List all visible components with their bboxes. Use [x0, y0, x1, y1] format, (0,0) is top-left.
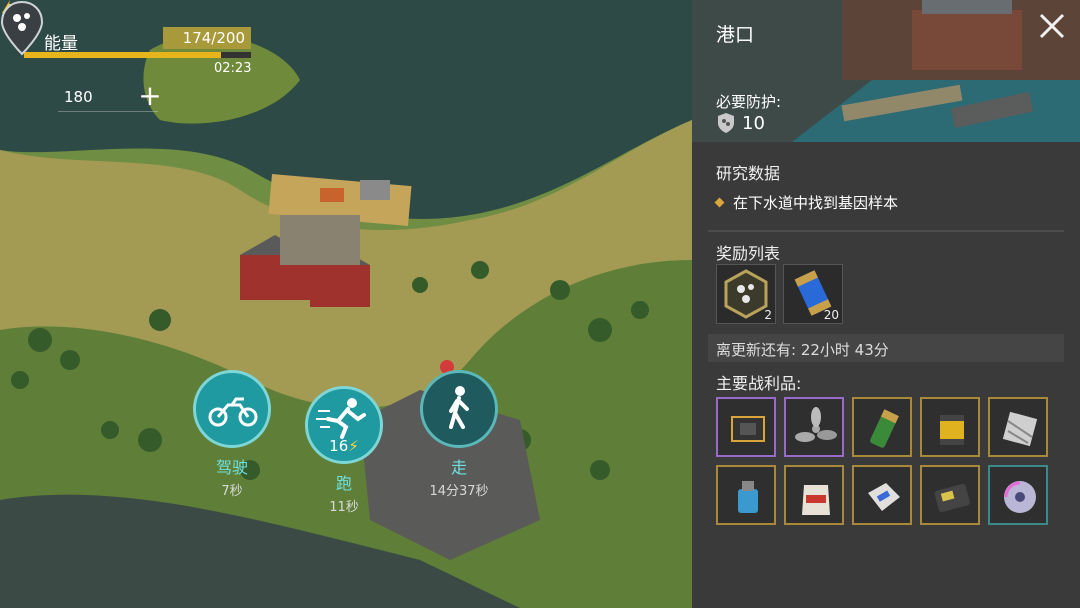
bullet-diamond-icon — [714, 197, 725, 208]
research-task: 在下水道中找到基因样本 — [714, 192, 899, 213]
add-crates-button[interactable]: + — [136, 82, 164, 110]
walking-man-icon — [449, 386, 469, 429]
water-pump-icon — [738, 481, 758, 513]
oil-filter-icon — [940, 415, 964, 445]
loot-item[interactable] — [920, 397, 980, 457]
close-icon[interactable] — [1038, 12, 1066, 40]
loot-item[interactable] — [784, 465, 844, 525]
reward-item[interactable]: 20 — [783, 264, 843, 324]
energy-label: 能量 — [44, 34, 78, 54]
rewards-title: 奖励列表 — [716, 244, 781, 263]
crate-count: 180 — [64, 88, 93, 106]
world-map[interactable]: 能量 174/200 02:23 180 + 驾驶 7秒 16⚡ 跑 11秒 走… — [0, 0, 692, 608]
loot-item[interactable] — [852, 465, 912, 525]
cement-bag-icon — [868, 483, 900, 511]
loot-item[interactable] — [716, 397, 776, 457]
running-man-icon — [316, 398, 366, 439]
reward-count: 2 — [764, 308, 772, 322]
refresh-timer-bar: 离更新还有: 22小时 43分 — [708, 334, 1064, 362]
drive-time: 7秒 — [221, 484, 243, 499]
location-title: 港口 — [716, 24, 755, 46]
travel-run-option[interactable]: 16⚡ 跑 11秒 — [299, 386, 389, 515]
location-header: 港口 必要防护: 10 — [692, 0, 1080, 142]
loot-item[interactable] — [852, 397, 912, 457]
drive-label: 驾驶 — [215, 458, 248, 477]
walk-time: 14分37秒 — [429, 484, 489, 499]
energy-timer: 02:23 — [214, 61, 252, 76]
run-energy-value: 16 — [329, 437, 349, 455]
loot-title: 主要战利品: — [716, 374, 802, 393]
refresh-timer-text: 离更新还有: 22小时 43分 — [716, 341, 889, 359]
chemical-sack-icon — [802, 485, 830, 515]
compact-disc-icon — [1004, 481, 1036, 513]
reward-item[interactable]: 2 — [716, 264, 776, 324]
protection-value: 10 — [742, 112, 765, 134]
run-time: 11秒 — [329, 500, 359, 515]
drive-button[interactable] — [193, 370, 271, 448]
travel-walk-option[interactable]: 走 14分37秒 — [414, 370, 504, 499]
propeller-icon — [795, 407, 837, 442]
loot-item[interactable] — [988, 465, 1048, 525]
reward-count: 20 — [823, 308, 839, 322]
loot-item[interactable] — [920, 465, 980, 525]
duct-tape-icon — [1002, 411, 1038, 447]
loot-item[interactable] — [784, 397, 844, 457]
shield-icon — [718, 113, 734, 133]
energy-value: 174/200 — [163, 27, 251, 49]
section-divider — [708, 230, 1064, 232]
run-button[interactable]: 16⚡ — [305, 386, 383, 464]
walk-button[interactable] — [420, 370, 498, 448]
protection-row: 10 — [716, 112, 765, 134]
motorcycle-icon — [208, 397, 258, 427]
run-label: 跑 — [335, 474, 352, 493]
electronic-device-icon — [934, 483, 970, 513]
map-terrain — [0, 0, 692, 608]
research-task-text: 在下水道中找到基因样本 — [733, 194, 899, 212]
research-title: 研究数据 — [716, 164, 781, 183]
loot-item[interactable] — [988, 397, 1048, 457]
battery-icon — [870, 409, 899, 448]
walk-label: 走 — [450, 458, 467, 477]
travel-drive-option[interactable]: 驾驶 7秒 — [187, 370, 277, 499]
location-pin-icon[interactable] — [0, 0, 44, 56]
run-energy-cost: 16⚡ — [308, 437, 380, 455]
energy-bar-fill — [24, 52, 222, 58]
energy-bar — [24, 52, 251, 58]
circuit-board-icon — [731, 416, 765, 442]
protection-label: 必要防护: — [716, 93, 782, 111]
lightning-icon: ⚡ — [348, 437, 359, 455]
loot-item[interactable] — [716, 465, 776, 525]
location-panel: 港口 必要防护: 10 研究数据 在下水道中找到基因样本 奖励列表 2 20 离… — [692, 0, 1080, 608]
